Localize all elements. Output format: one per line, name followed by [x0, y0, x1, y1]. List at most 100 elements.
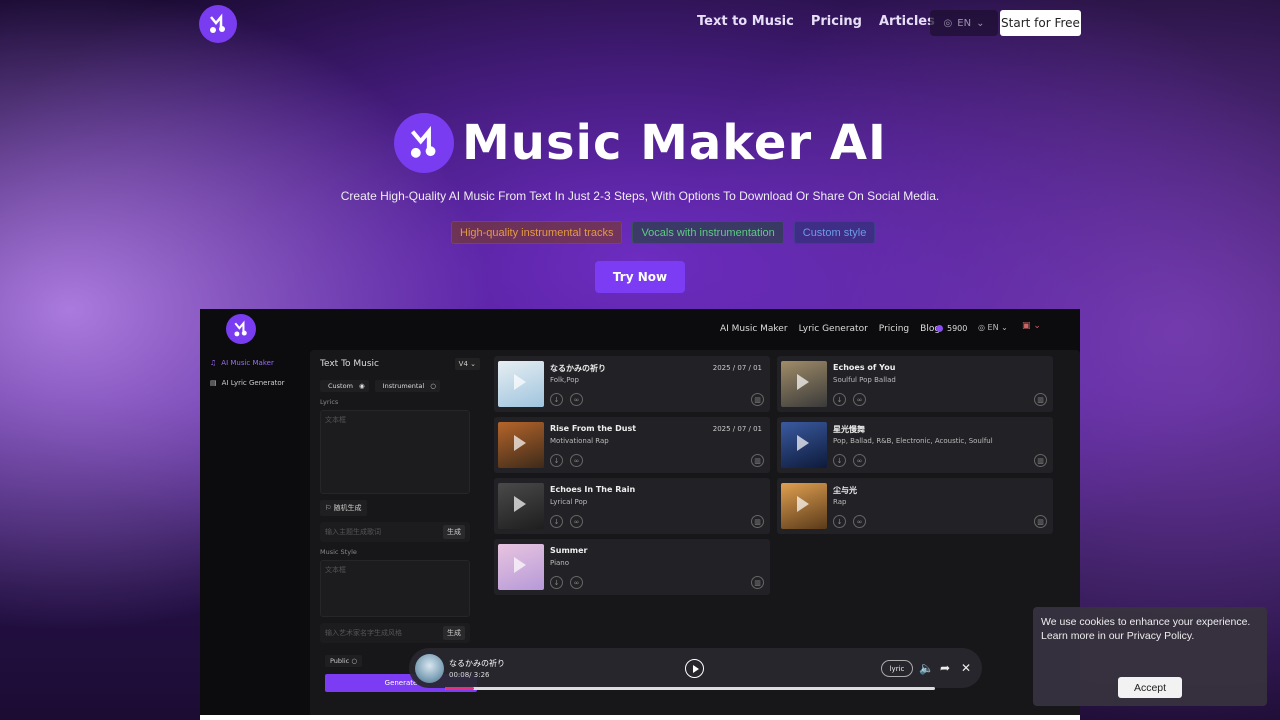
- song-title: Echoes In The Rain: [550, 485, 636, 494]
- delete-icon[interactable]: ▥: [1034, 515, 1047, 528]
- delete-icon[interactable]: ▥: [751, 576, 764, 589]
- delete-icon[interactable]: ▥: [1034, 454, 1047, 467]
- hero-logo-icon: [394, 113, 454, 173]
- song-card[interactable]: Summer Piano ↓ ∞ ▥: [494, 539, 770, 595]
- delete-icon[interactable]: ▥: [751, 515, 764, 528]
- lyrics-placeholder: 文本框: [325, 416, 346, 424]
- cookie-text: We use cookies to enhance your experienc…: [1041, 616, 1251, 642]
- song-card[interactable]: なるかみの祈り Folk,Pop 2025 / 07 / 01 ↓ ∞ ▥: [494, 356, 770, 412]
- song-title: Echoes of You: [833, 363, 896, 372]
- song-date: 2025 / 07 / 01: [712, 364, 762, 372]
- song-title: 尘与光: [833, 486, 857, 495]
- download-icon[interactable]: ↓: [550, 515, 563, 528]
- try-now-button[interactable]: Try Now: [595, 261, 685, 293]
- tag-vocals: Vocals with instrumentation: [632, 221, 784, 244]
- nav-text-to-music[interactable]: Text to Music: [697, 14, 794, 29]
- user-avatar[interactable]: ▣ ⌄: [1022, 321, 1041, 331]
- feature-tags: High-quality instrumental tracks Vocals …: [451, 221, 876, 244]
- song-cover[interactable]: [781, 361, 827, 407]
- logo-icon[interactable]: [199, 5, 237, 43]
- random-generate-label: 随机生成: [333, 504, 362, 512]
- generate-lyrics-button[interactable]: 生成: [443, 525, 465, 539]
- sidebar-item-ai-music-maker[interactable]: ♫ AI Music Maker: [210, 353, 285, 373]
- nav-pricing[interactable]: Pricing: [811, 14, 862, 29]
- sidebar-item-lyric-generator[interactable]: ▤ AI Lyric Generator: [210, 373, 285, 393]
- link-icon[interactable]: ∞: [853, 515, 866, 528]
- progress-fill: [445, 687, 475, 690]
- song-card[interactable]: Echoes of You Soulful Pop Ballad ↓ ∞ ▥: [777, 356, 1053, 412]
- song-card[interactable]: 星光慢舞 Pop, Ballad, R&B, Electronic, Acoust…: [777, 417, 1053, 473]
- song-card[interactable]: 尘与光 Rap ↓ ∞ ▥: [777, 478, 1053, 534]
- song-cover[interactable]: [781, 422, 827, 468]
- play-button[interactable]: [685, 659, 704, 678]
- song-genre: Soulful Pop Ballad: [833, 376, 896, 384]
- download-icon[interactable]: ↓: [550, 393, 563, 406]
- headphones-icon: ♫: [210, 359, 217, 367]
- play-icon: [797, 496, 809, 512]
- delete-icon[interactable]: ▥: [1034, 393, 1047, 406]
- music-style-placeholder: 文本框: [325, 566, 346, 574]
- song-cover[interactable]: [498, 544, 544, 590]
- delete-icon[interactable]: ▥: [751, 454, 764, 467]
- generate-style-button[interactable]: 生成: [443, 626, 465, 640]
- link-icon[interactable]: ∞: [570, 576, 583, 589]
- song-cover[interactable]: [498, 361, 544, 407]
- download-icon[interactable]: ↓: [550, 576, 563, 589]
- delete-icon[interactable]: ▥: [751, 393, 764, 406]
- music-style-label: Music Style: [320, 548, 357, 556]
- download-icon[interactable]: ↓: [833, 393, 846, 406]
- start-for-free-button[interactable]: Start for Free: [1000, 10, 1081, 36]
- cookie-banner: We use cookies to enhance your experienc…: [1033, 607, 1267, 706]
- song-cover[interactable]: [498, 483, 544, 529]
- app-nav-lyric-generator[interactable]: Lyric Generator: [799, 324, 868, 334]
- language-selector[interactable]: ◎ EN ⌄: [930, 10, 998, 36]
- song-title: Summer: [550, 546, 588, 555]
- song-cover[interactable]: [498, 422, 544, 468]
- lyric-button[interactable]: lyric: [881, 660, 913, 677]
- song-title: Rise From the Dust: [550, 424, 637, 433]
- page-bottom-strip: [200, 715, 1080, 720]
- custom-toggle-label: Custom: [324, 380, 357, 392]
- link-icon[interactable]: ∞: [570, 454, 583, 467]
- download-icon[interactable]: ↓: [833, 454, 846, 467]
- app-language-value: EN: [987, 323, 999, 332]
- download-icon[interactable]: ↓: [833, 515, 846, 528]
- close-icon[interactable]: ✕: [961, 660, 971, 676]
- music-player: なるかみの祈り 00:08/ 3:26 lyric 🔈 ➦ ✕: [409, 648, 982, 690]
- lyrics-textarea[interactable]: 文本框: [320, 410, 470, 494]
- public-toggle[interactable]: Public ○: [325, 655, 362, 667]
- credits-badge: 5900: [936, 324, 967, 333]
- style-input[interactable]: 输入艺术家名字生成风格 生成: [320, 623, 470, 643]
- music-style-textarea[interactable]: 文本框: [320, 560, 470, 617]
- tag-custom-style: Custom style: [793, 221, 876, 244]
- custom-toggle[interactable]: Custom ◉: [320, 380, 369, 392]
- song-card[interactable]: Echoes In The Rain Lyrical Pop ↓ ∞ ▥: [494, 478, 770, 534]
- play-icon: [514, 496, 526, 512]
- song-cover[interactable]: [781, 483, 827, 529]
- share-icon[interactable]: ➦: [940, 660, 950, 676]
- now-playing-cover: [415, 654, 444, 683]
- style-input-placeholder: 输入艺术家名字生成风格: [325, 629, 402, 637]
- app-sidebar: ♫ AI Music Maker ▤ AI Lyric Generator: [210, 353, 285, 393]
- volume-icon[interactable]: 🔈: [919, 660, 934, 676]
- instrumental-toggle[interactable]: Instrumental ○: [374, 380, 440, 392]
- song-card[interactable]: Rise From the Dust Motivational Rap 2025 /…: [494, 417, 770, 473]
- link-icon[interactable]: ∞: [853, 393, 866, 406]
- link-icon[interactable]: ∞: [570, 515, 583, 528]
- app-nav-ai-music-maker[interactable]: AI Music Maker: [720, 324, 788, 334]
- version-select[interactable]: V4 ⌄: [454, 358, 480, 370]
- app-nav: AI Music Maker Lyric Generator Pricing B…: [720, 324, 940, 334]
- theme-input[interactable]: 输入主题生成歌词 生成: [320, 522, 470, 542]
- download-icon[interactable]: ↓: [550, 454, 563, 467]
- accept-cookies-button[interactable]: Accept: [1118, 677, 1182, 698]
- progress-bar[interactable]: [445, 687, 935, 690]
- link-icon[interactable]: ∞: [853, 454, 866, 467]
- now-playing-title: なるかみの祈り: [449, 659, 505, 668]
- app-logo-icon[interactable]: [226, 314, 256, 344]
- app-nav-pricing[interactable]: Pricing: [879, 324, 909, 334]
- instrumental-toggle-label: Instrumental: [378, 380, 429, 392]
- nav-articles[interactable]: Articles: [879, 14, 935, 29]
- random-generate-button[interactable]: ⚐ 随机生成: [320, 500, 367, 516]
- app-language-selector[interactable]: ◎ EN ⌄: [978, 323, 1008, 332]
- link-icon[interactable]: ∞: [570, 393, 583, 406]
